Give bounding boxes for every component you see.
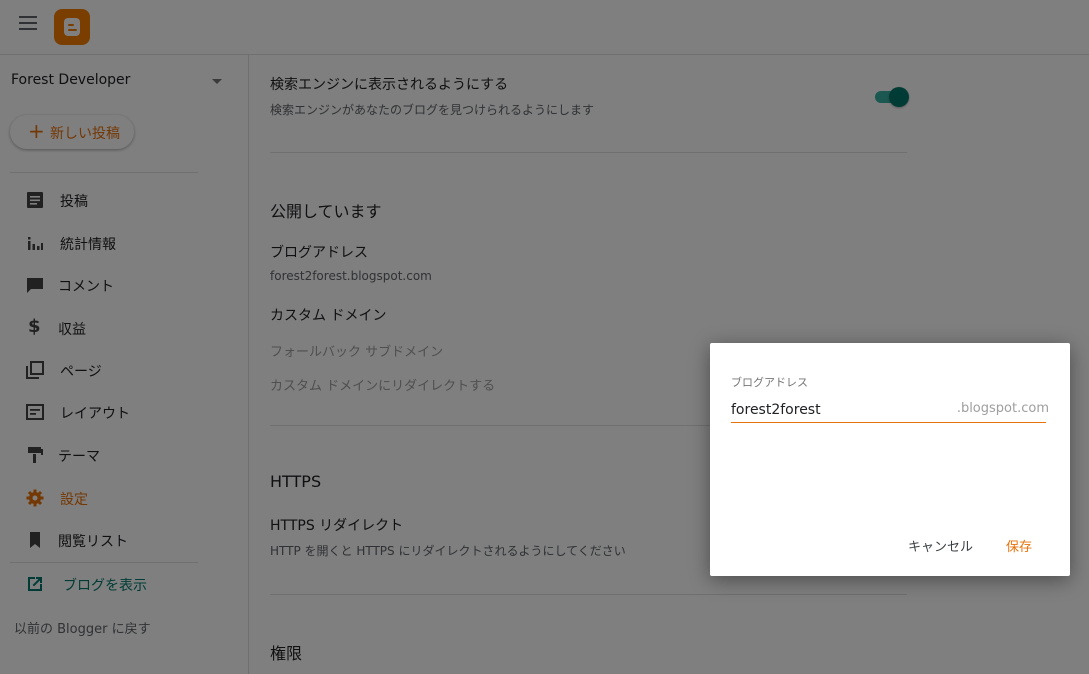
blogspot-suffix: .blogspot.com [956, 401, 1049, 416]
save-button[interactable]: 保存 [1006, 536, 1032, 555]
cancel-button[interactable]: キャンセル [908, 536, 973, 555]
blog-address-dialog: ブログアドレス .blogspot.com キャンセル 保存 [710, 343, 1070, 576]
blogger-settings-page: Forest Developer + 新しい投稿 投稿 統計情報 コメント $ … [0, 0, 1089, 674]
dialog-field-label: ブログアドレス [731, 376, 808, 389]
